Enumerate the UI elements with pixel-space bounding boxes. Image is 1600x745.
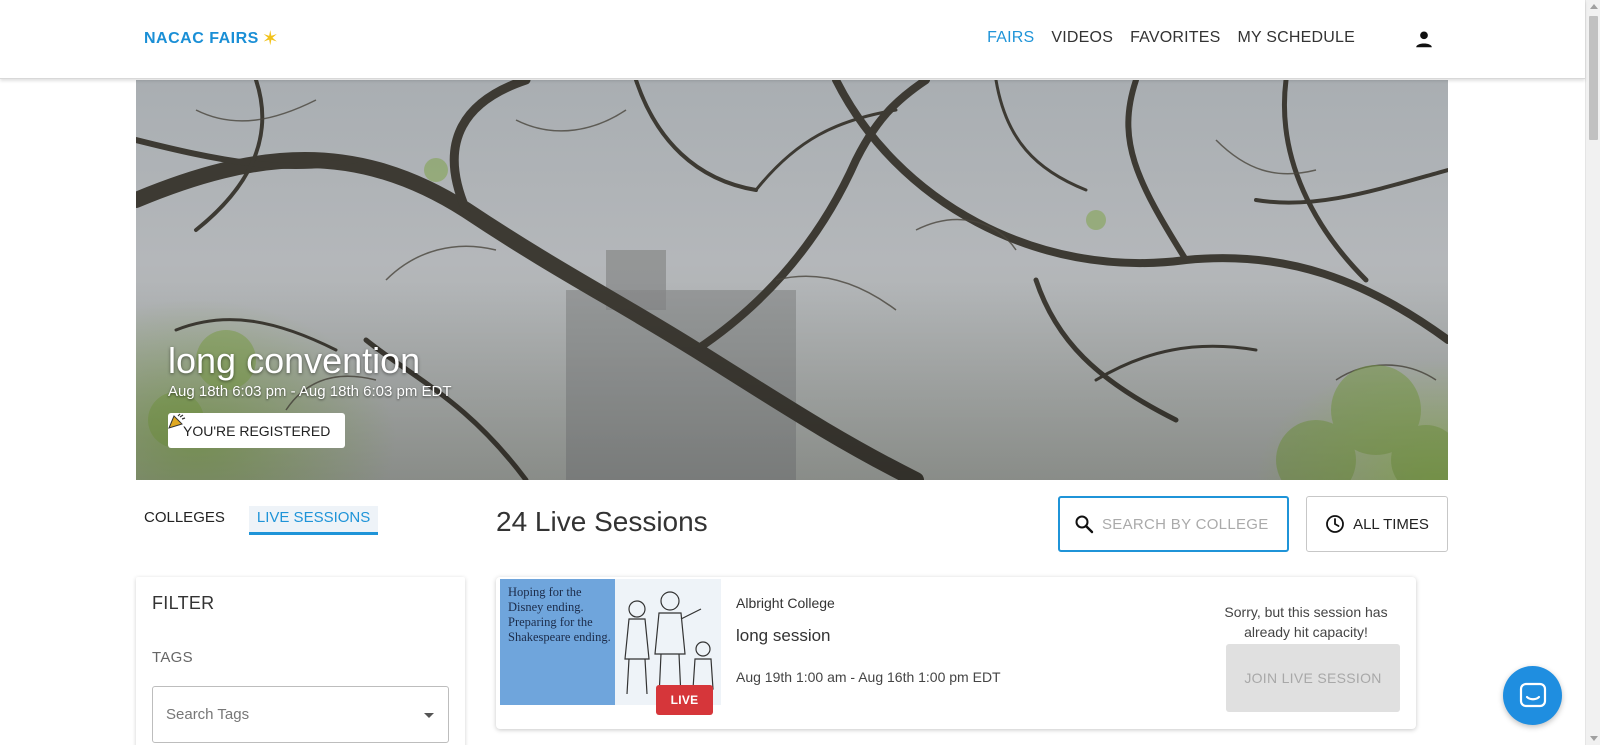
- nav-favorites[interactable]: FAVORITES: [1130, 29, 1220, 47]
- account-icon[interactable]: [1413, 28, 1435, 50]
- nav-videos[interactable]: VIDEOS: [1051, 29, 1113, 47]
- session-college[interactable]: Albright College: [736, 595, 835, 611]
- view-tabs: COLLEGES LIVE SESSIONS: [136, 506, 379, 535]
- star-icon: ✶: [261, 28, 280, 50]
- filter-panel: FILTER TAGS Search Tags: [136, 577, 465, 745]
- main-nav: FAIRS VIDEOS FAVORITES MY SCHEDULE: [987, 29, 1355, 47]
- search-icon: [1075, 515, 1094, 534]
- tab-live-sessions[interactable]: LIVE SESSIONS: [248, 506, 379, 535]
- session-title[interactable]: long session: [736, 626, 831, 646]
- capacity-message: Sorry, but this session has already hit …: [1224, 604, 1388, 640]
- tab-colleges[interactable]: COLLEGES: [136, 506, 233, 535]
- scroll-up-icon[interactable]: [1590, 4, 1598, 9]
- dropdown-caret-icon[interactable]: [424, 713, 434, 718]
- live-sessions-count: 24 Live Sessions: [496, 506, 708, 537]
- search-input[interactable]: [1102, 515, 1272, 533]
- clock-icon: [1326, 515, 1344, 533]
- session-dates: Aug 19th 1:00 am - Aug 16th 1:00 pm EDT: [736, 669, 1001, 685]
- convention-dates: Aug 18th 6:03 pm - Aug 18th 6:03 pm EDT: [168, 383, 452, 400]
- join-live-session-button[interactable]: JOIN LIVE SESSION: [1226, 644, 1400, 712]
- tags-search-select[interactable]: Search Tags: [152, 686, 449, 743]
- logo-text: NACAC FAIRS: [144, 30, 259, 47]
- scroll-down-icon[interactable]: [1590, 736, 1598, 741]
- all-times-button[interactable]: ALL TIMES: [1306, 496, 1448, 552]
- hero-banner: long convention Aug 18th 6:03 pm - Aug 1…: [136, 80, 1448, 480]
- nav-fairs[interactable]: FAIRS: [987, 29, 1034, 47]
- tags-label: TAGS: [152, 649, 193, 666]
- live-badge: LIVE: [656, 685, 713, 715]
- top-nav-bar: NACAC FAIRS ✶ FAIRS VIDEOS FAVORITES MY …: [0, 0, 1585, 79]
- convention-title: long convention: [168, 340, 421, 381]
- thumbnail-caption: Hoping for the Disney ending. Preparing …: [508, 585, 611, 644]
- nacac-fairs-logo[interactable]: NACAC FAIRS ✶: [144, 28, 280, 50]
- chat-launcher-button[interactable]: [1503, 666, 1562, 725]
- party-popper-icon: [168, 413, 186, 429]
- filter-title: FILTER: [152, 593, 215, 613]
- page-scrollbar[interactable]: [1585, 0, 1600, 745]
- search-by-college[interactable]: [1058, 496, 1289, 552]
- tags-placeholder: Search Tags: [166, 706, 250, 723]
- session-card[interactable]: Hoping for the Disney ending. Preparing …: [496, 577, 1416, 729]
- registered-label: YOU'RE REGISTERED: [183, 422, 331, 439]
- registered-button[interactable]: YOU'RE REGISTERED: [168, 413, 346, 448]
- all-times-label: ALL TIMES: [1353, 515, 1429, 533]
- scrollbar-thumb[interactable]: [1589, 16, 1598, 140]
- nav-my-schedule[interactable]: MY SCHEDULE: [1238, 29, 1356, 47]
- chat-icon: [1519, 682, 1546, 707]
